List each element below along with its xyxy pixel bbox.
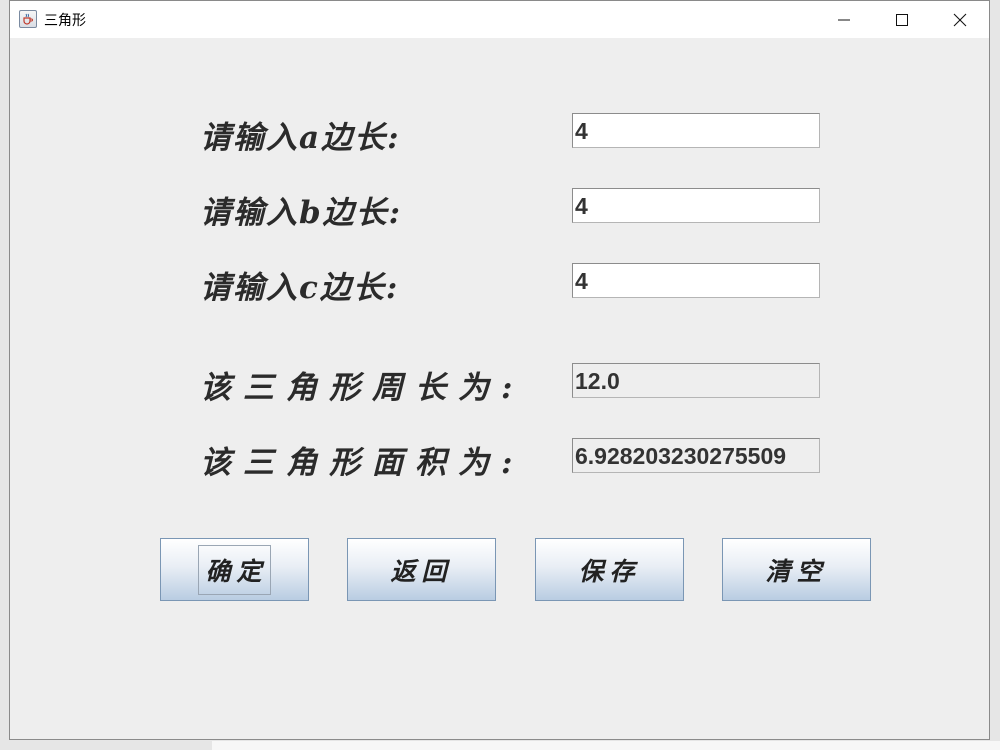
minimize-icon (838, 19, 850, 20)
perimeter-label: 该三角形周长为: (200, 370, 525, 406)
side-b-input[interactable]: 4 (572, 188, 820, 223)
back-button-label: 返回 (390, 556, 453, 586)
side-c-input[interactable]: 4 (572, 263, 820, 298)
title-bar[interactable]: 三角形 (10, 1, 989, 38)
area-label: 该三角形面积为: (200, 445, 525, 481)
confirm-button-label: 确定 (198, 544, 271, 595)
side-b-label: 请输入b边长: (200, 195, 403, 231)
triangle-window: 三角形 请输入a边长: 4 请输入b边长: 4 请输入c边长: 4 该三角形周长… (9, 0, 990, 740)
maximize-button[interactable] (873, 1, 931, 38)
side-a-label: 请输入a边长: (200, 120, 401, 156)
clear-button-label: 清空 (765, 556, 828, 586)
side-c-label: 请输入c边长: (200, 270, 400, 306)
close-icon (953, 13, 967, 26)
save-button-label: 保存 (578, 556, 641, 586)
side-a-input[interactable]: 4 (572, 113, 820, 148)
perimeter-output: 12.0 (572, 363, 820, 398)
window-title: 三角形 (44, 13, 86, 29)
save-button[interactable]: 保存 (535, 538, 684, 601)
minimize-button[interactable] (815, 1, 873, 38)
area-output: 6.928203230275509 (572, 438, 820, 473)
maximize-icon (896, 13, 908, 26)
desktop-strip (212, 741, 1000, 750)
java-cup-icon[interactable] (19, 10, 37, 28)
confirm-button[interactable]: 确定 (160, 538, 309, 601)
close-button[interactable] (931, 1, 989, 38)
clear-button[interactable]: 清空 (722, 538, 871, 601)
back-button[interactable]: 返回 (347, 538, 496, 601)
